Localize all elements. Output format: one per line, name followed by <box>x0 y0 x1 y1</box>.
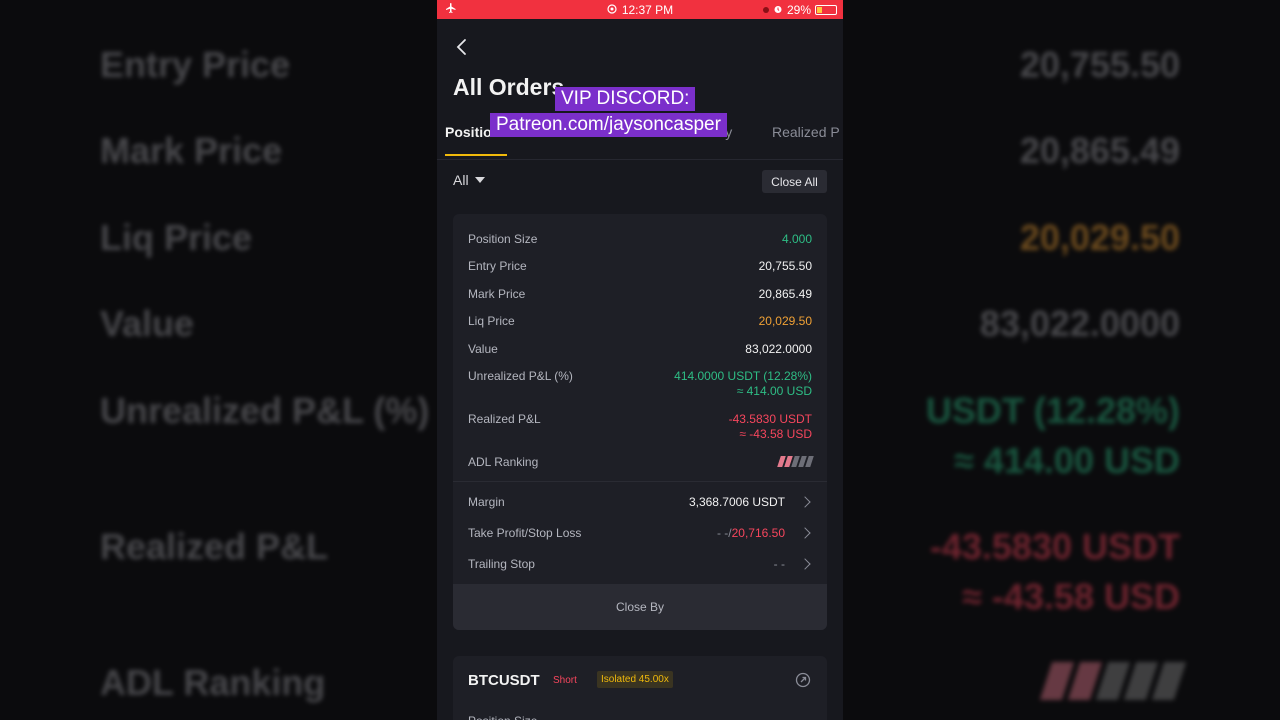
bg-value-label: Value <box>100 303 195 344</box>
filter-label: All <box>453 172 469 188</box>
position-filter-dropdown[interactable]: All <box>453 172 485 188</box>
row-trailing-stop[interactable]: Trailing Stop - - <box>468 557 812 573</box>
unrealized-pnl-value: 414.0000 USDT (12.28%) <box>674 369 812 383</box>
bg-realized-usd: ≈ -43.58 USD <box>962 576 1180 617</box>
bg-entry-price-label: Entry Price <box>100 44 291 85</box>
second-position-card: BTCUSDT Short Isolated 45.00x Position S… <box>453 656 827 720</box>
bg-realized-label: Realized P&L <box>100 526 329 567</box>
bg-adl-bars <box>1039 662 1187 700</box>
status-time: 12:37 PM <box>621 3 674 17</box>
bg-adl-label: ADL Ranking <box>100 662 326 703</box>
close-all-button[interactable]: Close All <box>762 170 827 193</box>
liq-price-label: Liq Price <box>468 314 515 328</box>
second-position-size-label: Position Size <box>468 714 537 720</box>
position-card: Position Size 4.000 Entry Price 20,755.5… <box>453 214 827 630</box>
battery-fill <box>817 6 822 13</box>
close-by-button[interactable]: Close By <box>453 584 827 630</box>
bg-liq-price-value: 20,029.50 <box>1019 217 1180 258</box>
margin-label: Margin <box>468 495 505 509</box>
promo-overlay-line2: Patreon.com/jaysoncasper <box>490 113 727 137</box>
margin-mode-badge: Isolated 45.00x <box>597 671 673 688</box>
bg-liq-price-label: Liq Price <box>100 217 253 258</box>
tp-value: - - <box>716 526 729 540</box>
bg-unrealized-usd: ≈ 414.00 USD <box>954 440 1180 481</box>
mark-price-label: Mark Price <box>468 287 526 301</box>
row-tp-sl[interactable]: Take Profit/Stop Loss - -/20,716.50 <box>468 526 812 542</box>
margin-value: 3,368.7006 USDT <box>688 495 785 509</box>
unrealized-pnl-usd: ≈ 414.00 USD <box>736 384 812 398</box>
status-time-group: 12:37 PM <box>437 3 843 17</box>
bg-value-value: 83,022.0000 <box>979 303 1180 344</box>
unrealized-pnl-label: Unrealized P&L (%) <box>468 369 573 383</box>
bg-mark-price-value: 20,865.49 <box>1019 130 1180 171</box>
phone-screen: 12:37 PM 29% All Orders Positions Curren… <box>437 0 843 720</box>
chevron-left-icon <box>456 39 466 55</box>
caret-down-icon <box>474 177 485 183</box>
adl-ranking-indicator <box>777 456 814 467</box>
position-size-label: Position Size <box>468 232 538 246</box>
realized-pnl-usd: ≈ -43.58 USD <box>739 427 812 441</box>
active-tab-indicator <box>445 154 507 156</box>
battery-icon <box>815 4 837 15</box>
page-title: All Orders <box>453 74 565 100</box>
entry-price-label: Entry Price <box>468 259 527 273</box>
adl-ranking-label: ADL Ranking <box>468 455 539 469</box>
bg-entry-price-value: 20,755.50 <box>1019 44 1180 85</box>
status-bar: 12:37 PM 29% <box>437 0 843 19</box>
side-badge: Short <box>553 675 577 686</box>
promo-overlay-line1: VIP DISCORD: <box>555 87 696 111</box>
sl-value: 20,716.50 <box>731 526 785 540</box>
bg-unrealized-label: Unrealized P&L (%) <box>100 390 430 431</box>
card-divider <box>453 481 827 482</box>
row-margin[interactable]: Margin 3,368.7006 USDT <box>468 495 812 511</box>
trailing-stop-label: Trailing Stop <box>468 557 535 571</box>
bg-adl-bar <box>1151 662 1187 700</box>
value-value: 83,022.0000 <box>745 342 812 356</box>
bg-mark-price-label: Mark Price <box>100 130 283 171</box>
position-symbol: BTCUSDT <box>468 672 540 689</box>
realized-pnl-value: -43.5830 USDT <box>728 412 812 426</box>
back-button[interactable] <box>453 36 473 58</box>
location-icon <box>607 3 617 17</box>
realized-pnl-label: Realized P&L <box>468 412 541 426</box>
mark-price-value: 20,865.49 <box>758 287 812 301</box>
bg-realized-value: -43.5830 USDT <box>929 526 1180 567</box>
position-size-value: 4.000 <box>781 232 812 246</box>
liq-price-value: 20,029.50 <box>758 314 812 328</box>
entry-price-value: 20,755.50 <box>758 259 812 273</box>
adl-bar <box>805 456 814 467</box>
trailing-stop-value: - - <box>773 557 785 571</box>
tp-sl-value: - -/20,716.50 <box>717 526 785 540</box>
tp-sl-label: Take Profit/Stop Loss <box>468 526 582 540</box>
value-label: Value <box>468 342 498 356</box>
share-icon[interactable] <box>795 672 811 688</box>
tab-realized-pnl[interactable]: Realized P <box>772 124 840 140</box>
